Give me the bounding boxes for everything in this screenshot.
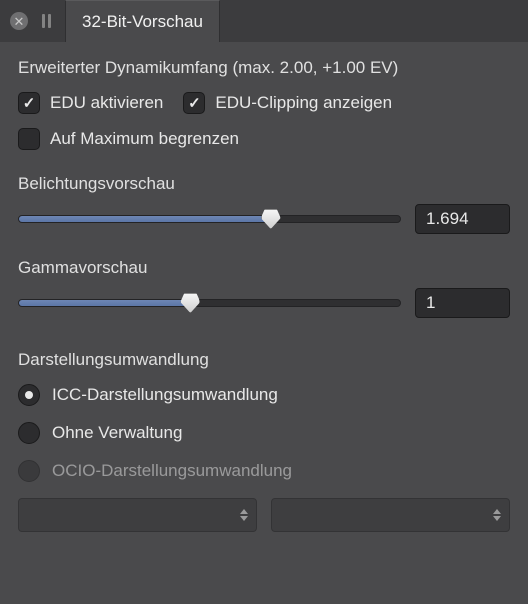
window-controls: ✕ (0, 0, 65, 42)
slider-row-gamma (18, 288, 510, 318)
check-row-1: EDU aktivieren EDU-Clipping anzeigen (18, 92, 510, 114)
radio-dot-icon (18, 460, 40, 482)
dropdown-ocio-2[interactable] (271, 498, 510, 532)
section-heading: Erweiterter Dynamikumfang (max. 2.00, +1… (18, 58, 510, 78)
label-exposure: Belichtungsvorschau (18, 174, 510, 194)
check-row-2: Auf Maximum begrenzen (18, 128, 510, 150)
titlebar: ✕ 32-Bit-Vorschau (0, 0, 528, 42)
slider-exposure[interactable] (18, 206, 401, 232)
radio-ocio: OCIO-Darstellungsumwandlung (18, 460, 510, 482)
label-render-transform: Darstellungsumwandlung (18, 350, 510, 370)
label-gamma: Gammavorschau (18, 258, 510, 278)
slider-fill (19, 300, 190, 306)
tab-label: 32-Bit-Vorschau (82, 12, 203, 32)
radio-icc[interactable]: ICC-Darstellungsumwandlung (18, 384, 510, 406)
pause-icon[interactable] (38, 14, 55, 28)
caret-down-icon (240, 516, 248, 521)
stepper-icon (240, 509, 248, 521)
slider-track (18, 299, 401, 307)
checkbox-clamp-max[interactable]: Auf Maximum begrenzen (18, 128, 239, 150)
checkbox-label: EDU aktivieren (50, 93, 163, 113)
input-gamma[interactable] (415, 288, 510, 318)
checkbox-box-icon (18, 128, 40, 150)
radio-label: OCIO-Darstellungsumwandlung (52, 461, 292, 481)
radio-label: Ohne Verwaltung (52, 423, 182, 443)
checkbox-box-icon (183, 92, 205, 114)
slider-gamma[interactable] (18, 290, 401, 316)
dropdown-ocio-1[interactable] (18, 498, 257, 532)
caret-down-icon (493, 516, 501, 521)
tab-32bit-preview[interactable]: 32-Bit-Vorschau (65, 0, 220, 42)
stepper-icon (493, 509, 501, 521)
slider-thumb-icon[interactable] (180, 293, 200, 313)
checkbox-edu-enable[interactable]: EDU aktivieren (18, 92, 163, 114)
radio-label: ICC-Darstellungsumwandlung (52, 385, 278, 405)
input-exposure[interactable] (415, 204, 510, 234)
radio-dot-icon (18, 422, 40, 444)
dropdown-row (18, 498, 510, 532)
radio-none[interactable]: Ohne Verwaltung (18, 422, 510, 444)
slider-row-exposure (18, 204, 510, 234)
caret-up-icon (493, 509, 501, 514)
checkbox-box-icon (18, 92, 40, 114)
panel-body: Erweiterter Dynamikumfang (max. 2.00, +1… (0, 42, 528, 550)
slider-fill (19, 216, 270, 222)
checkbox-label: EDU-Clipping anzeigen (215, 93, 392, 113)
checkbox-edu-clipping[interactable]: EDU-Clipping anzeigen (183, 92, 392, 114)
slider-track (18, 215, 401, 223)
radio-dot-icon (18, 384, 40, 406)
caret-up-icon (240, 509, 248, 514)
checkbox-label: Auf Maximum begrenzen (50, 129, 239, 149)
close-icon[interactable]: ✕ (10, 12, 28, 30)
slider-thumb-icon[interactable] (261, 209, 281, 229)
